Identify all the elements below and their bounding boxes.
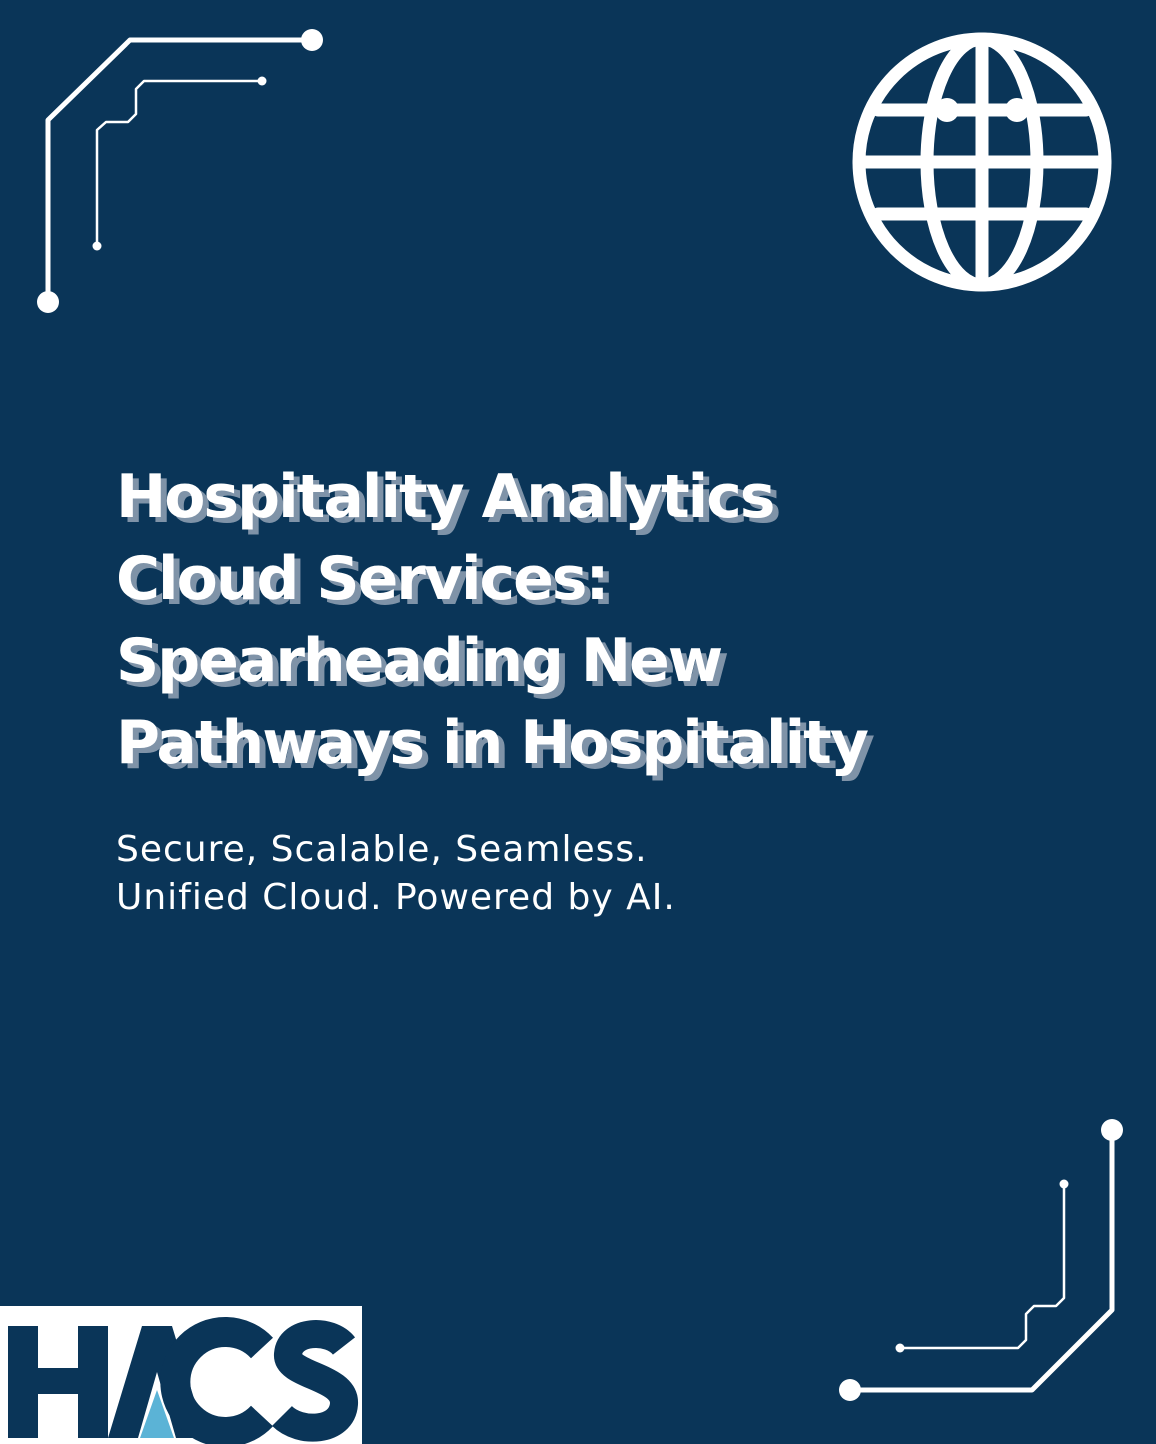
poster: Hospitality Analytics Cloud Services: Sp… [0, 0, 1156, 1444]
headline-line-1: Hospitality Analytics [116, 462, 776, 532]
hacs-logo-mark [8, 1317, 358, 1444]
circuit-top-left-icon [37, 29, 323, 313]
globe-icon [852, 32, 1112, 292]
headline-line-2: Cloud Services: [116, 544, 610, 614]
tagline-line-1: Secure, Scalable, Seamless. [116, 829, 648, 870]
tagline: Secure, Scalable, Seamless. Unified Clou… [116, 826, 676, 922]
headline-line-4: Pathways in Hospitality [116, 708, 869, 778]
headline-line-3: Spearheading New [116, 626, 723, 696]
tagline-line-2: Unified Cloud. Powered by AI. [116, 877, 676, 918]
hacs-logo [0, 1306, 362, 1444]
circuit-bottom-right-icon [839, 1119, 1123, 1401]
headline: Hospitality Analytics Cloud Services: Sp… [116, 456, 1056, 784]
